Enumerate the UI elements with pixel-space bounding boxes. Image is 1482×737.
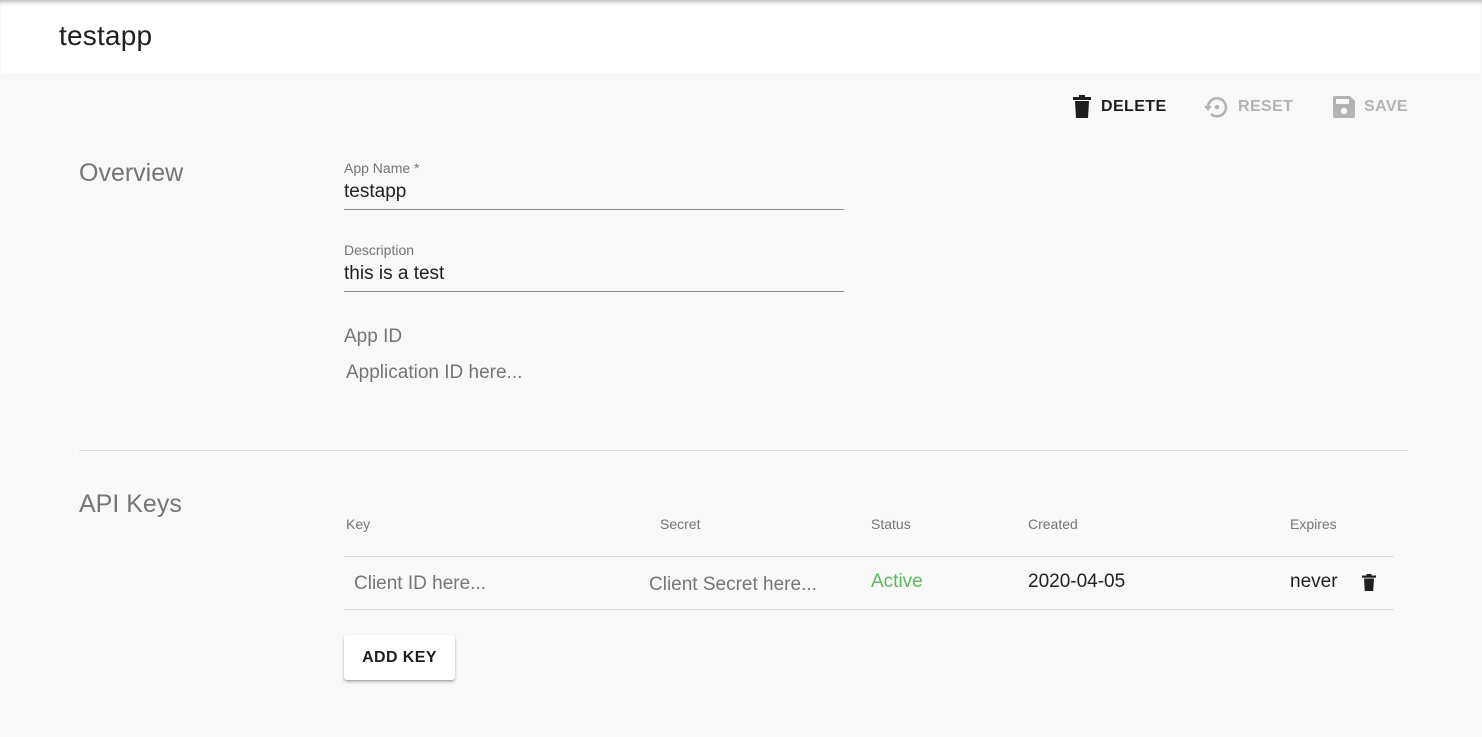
delete-key-button[interactable] (1360, 574, 1378, 594)
save-label: SAVE (1364, 98, 1408, 115)
description-field: Description (344, 242, 844, 292)
floppy-disk-icon (1333, 96, 1355, 118)
delete-label: DELETE (1101, 98, 1167, 115)
description-input[interactable] (344, 258, 844, 292)
trash-icon (1072, 95, 1092, 119)
api-keys-section-title: API Keys (79, 490, 182, 518)
column-header-key: Key (346, 516, 371, 532)
reset-label: RESET (1238, 98, 1294, 115)
app-header: testapp (0, 0, 1482, 73)
trash-icon (1362, 574, 1376, 594)
overview-section-title: Overview (79, 159, 184, 187)
column-header-status: Status (871, 516, 911, 532)
column-header-created: Created (1028, 516, 1078, 532)
section-divider (79, 450, 1408, 451)
save-button[interactable]: SAVE (1333, 92, 1408, 122)
restore-icon (1203, 94, 1229, 120)
table-row-divider (344, 609, 1394, 610)
app-name-label: App Name * (344, 160, 420, 176)
app-id-label: App ID (344, 326, 403, 347)
created-date-cell: 2020-04-05 (1028, 571, 1126, 592)
add-key-button[interactable]: ADD KEY (344, 635, 455, 680)
table-row-divider (344, 556, 1394, 557)
app-name-input[interactable] (344, 176, 844, 210)
description-label: Description (344, 242, 415, 258)
expires-cell: never (1290, 571, 1338, 592)
client-secret-cell: Client Secret here... (649, 574, 817, 595)
delete-button[interactable]: DELETE (1072, 92, 1167, 122)
page-title: testapp (59, 20, 153, 51)
reset-button[interactable]: RESET (1203, 92, 1293, 122)
client-id-cell: Client ID here... (354, 573, 486, 594)
app-id-value: Application ID here... (346, 362, 523, 383)
column-header-expires: Expires (1290, 516, 1337, 532)
app-name-field: App Name * (344, 160, 844, 210)
status-badge: Active (871, 571, 923, 592)
column-header-secret: Secret (660, 516, 701, 532)
